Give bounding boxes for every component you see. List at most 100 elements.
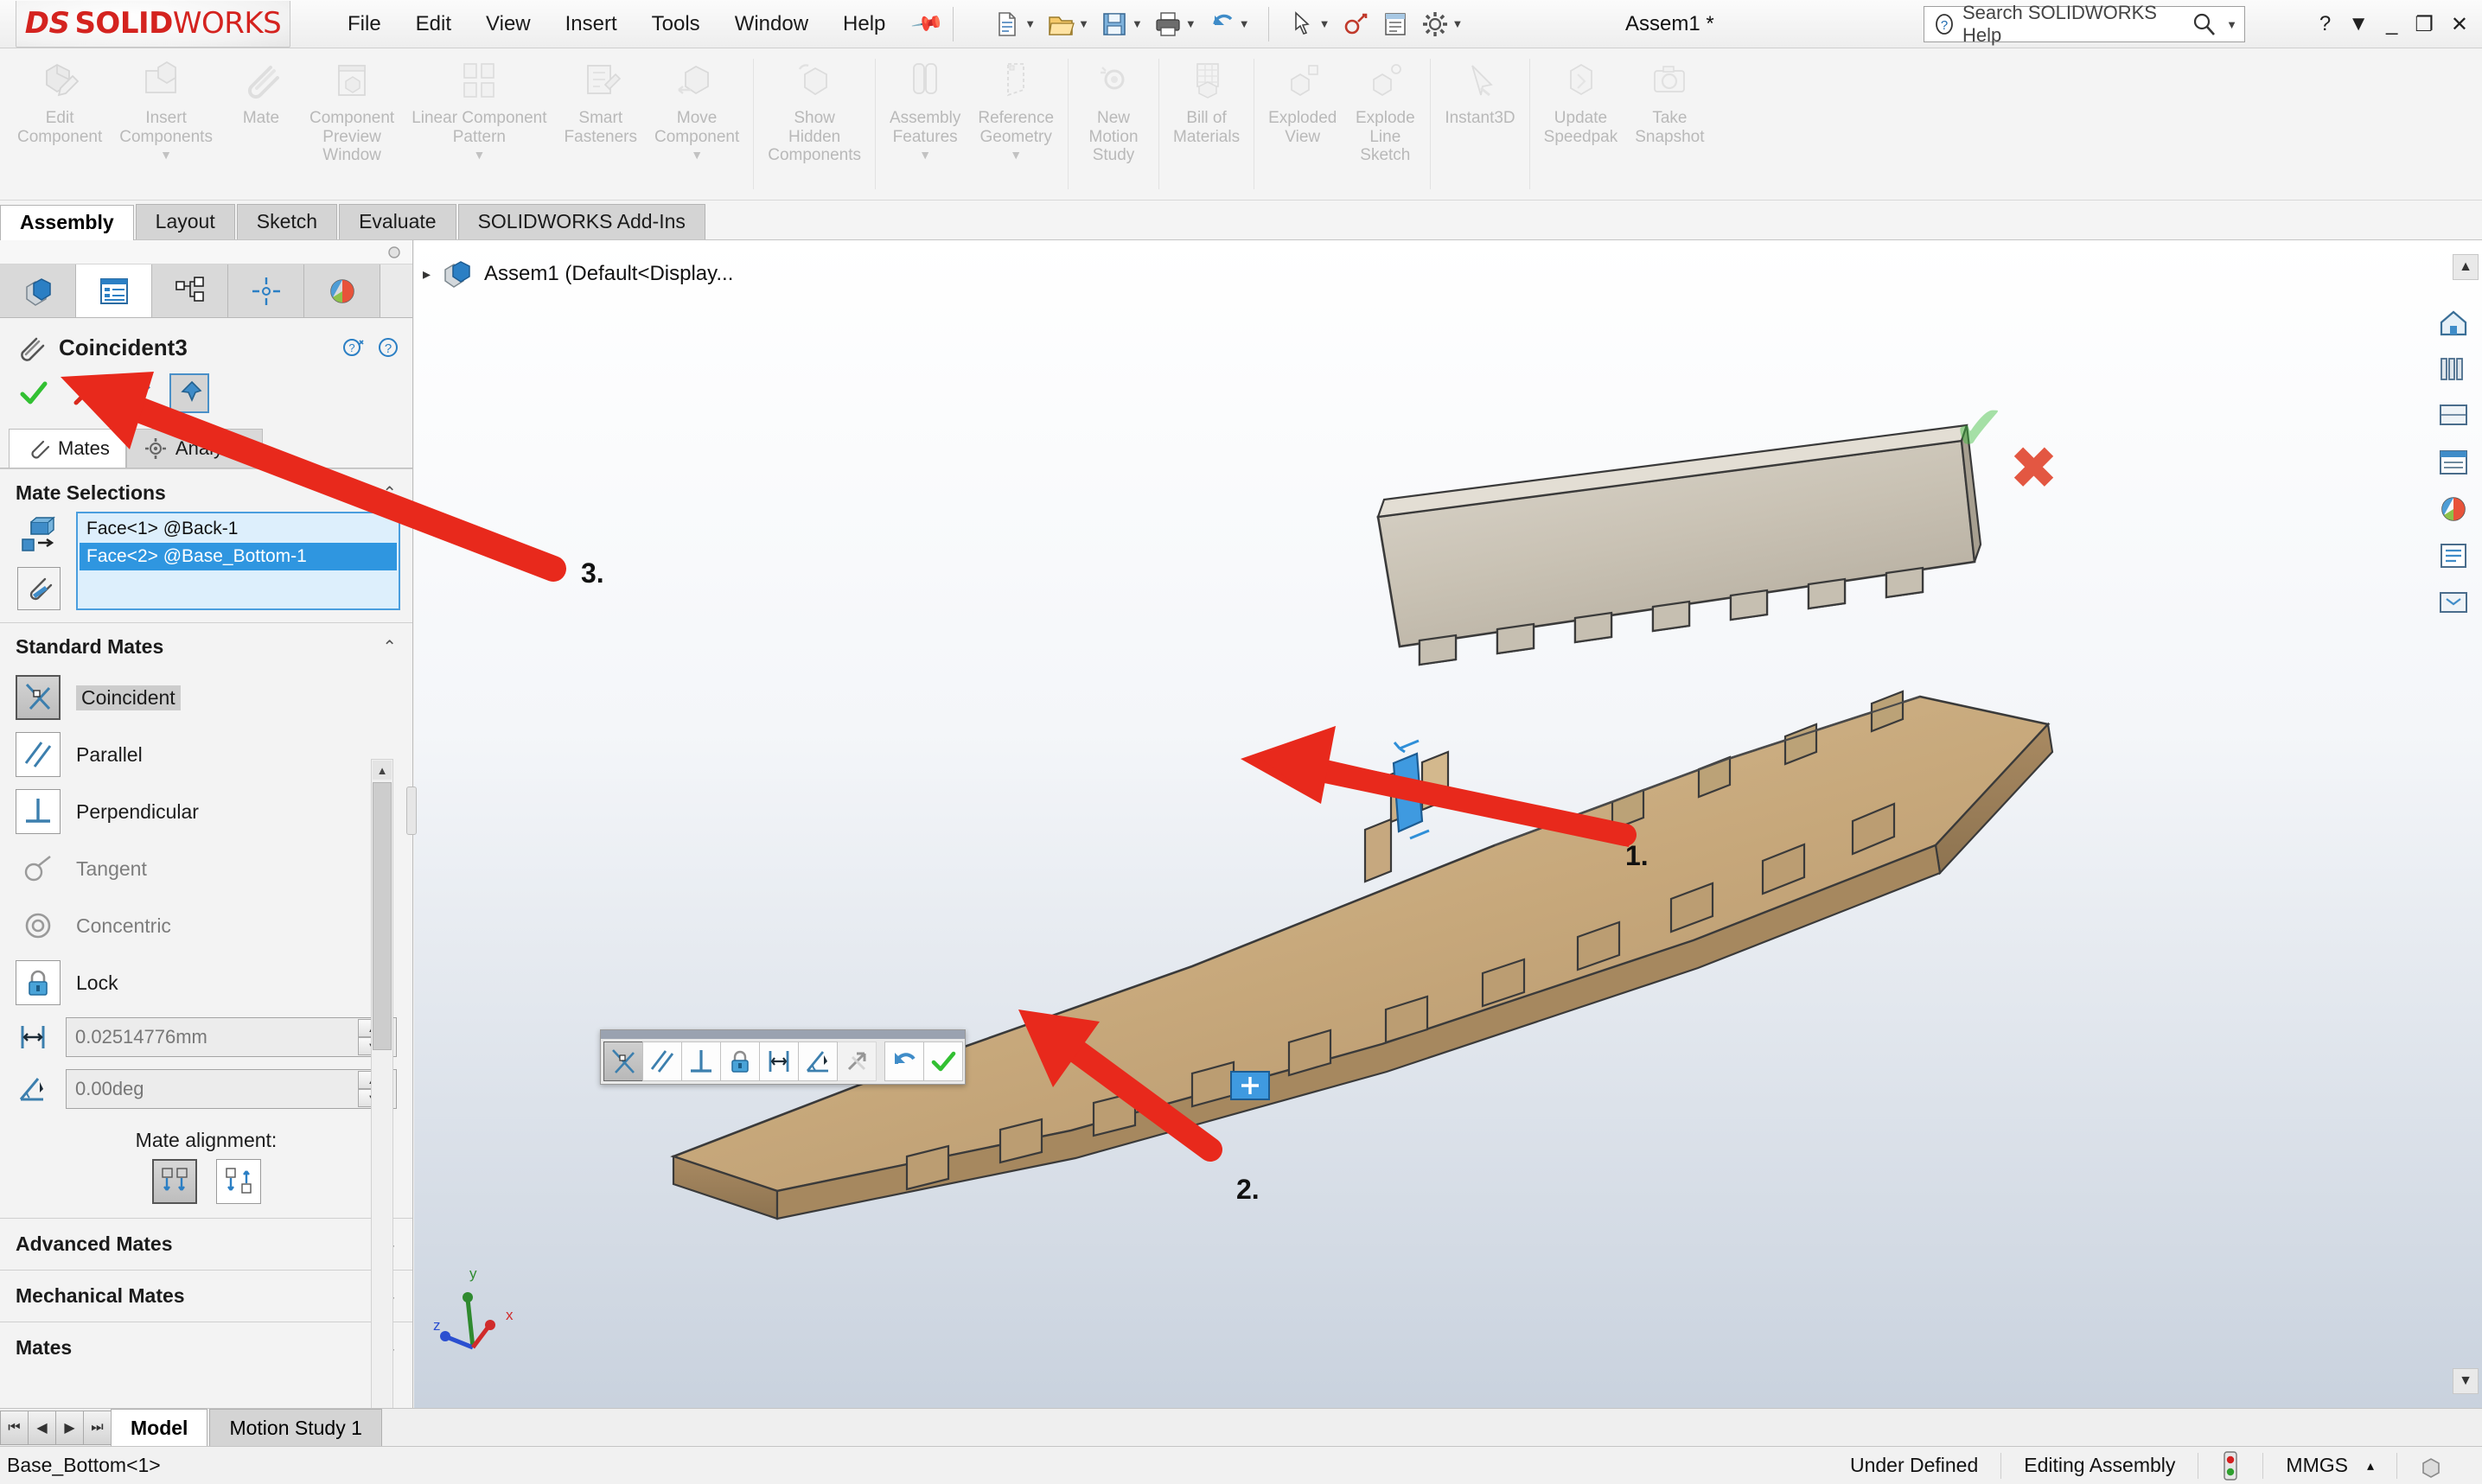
last-icon[interactable]: ⏭ xyxy=(83,1410,112,1445)
mate-option-lock[interactable]: Lock xyxy=(0,954,412,1011)
ribbon-bill-of-materials[interactable]: Bill of Materials xyxy=(1164,48,1248,146)
ribbon-reference-geometry[interactable]: Reference Geometry ▼ xyxy=(969,48,1062,162)
previous-view-icon[interactable] xyxy=(1228,240,1272,244)
ok-popup-icon[interactable] xyxy=(923,1041,963,1081)
angle-popup-icon[interactable] xyxy=(798,1041,838,1081)
list-item[interactable]: Face<2> @Base_Bottom-1 xyxy=(80,543,397,570)
model-geometry[interactable] xyxy=(414,240,2482,1408)
help-annotated-icon[interactable]: ? xyxy=(341,335,366,360)
ribbon-move-component[interactable]: Move Component ▼ xyxy=(646,48,748,162)
overlay-icon[interactable] xyxy=(2396,1452,2468,1479)
scroll-up-icon[interactable]: ▲ xyxy=(373,761,392,780)
graphics-viewport[interactable]: ▸ Assem1 (Default<Display... ▼ ▼ ▼ ▼ ◀| … xyxy=(414,240,2482,1408)
viewport-confirm-ok-icon[interactable]: ✔ xyxy=(1953,392,2005,464)
view-palette-ic on[interactable] xyxy=(2432,394,2475,437)
ribbon-assembly-features[interactable]: Assembly Features ▼ xyxy=(881,48,969,162)
menu-insert[interactable]: Insert xyxy=(548,7,635,41)
ribbon-instant3d[interactable]: Instant3D xyxy=(1436,48,1523,128)
mates-section[interactable]: Mates ⌄ xyxy=(0,1322,412,1373)
panel-scrollbar[interactable]: ▲ ▼ xyxy=(371,759,393,1408)
menu-edit[interactable]: Edit xyxy=(399,7,469,41)
feature-manager-tree-icon[interactable] xyxy=(0,264,76,317)
rebuild-icon[interactable] xyxy=(1337,7,1375,41)
display-states-icon[interactable] xyxy=(2432,581,2475,624)
menu-tools[interactable]: Tools xyxy=(635,7,718,41)
cancel-x-icon[interactable] xyxy=(66,373,105,413)
search-input[interactable]: Search SOLIDWORKS Help xyxy=(1962,2,2190,47)
previous-icon[interactable]: ◀ xyxy=(28,1410,56,1445)
chevron-down-icon[interactable]: ▼ xyxy=(1024,17,1036,30)
status-units[interactable]: MMGS ▴ xyxy=(2262,1452,2396,1479)
parallel-popup-icon[interactable] xyxy=(642,1041,682,1081)
chevron-down-icon[interactable]: ▼ xyxy=(1010,148,1022,162)
custom-properties-icon[interactable] xyxy=(2432,534,2475,577)
mechanical-mates-section[interactable]: Mechanical Mates ⌄ xyxy=(0,1270,412,1322)
file-properties-icon[interactable] xyxy=(1376,7,1414,41)
mate-option-coincident[interactable]: Coincident xyxy=(0,669,412,726)
chevron-up-icon[interactable]: ⌃ xyxy=(382,636,397,658)
hide-show-items-icon[interactable]: ▼ xyxy=(1436,240,1493,244)
distance-mate-row[interactable]: 0.02514776mm ▲▼ xyxy=(0,1011,412,1063)
tab-assembly[interactable]: Assembly xyxy=(0,205,134,240)
angle-mate-row[interactable]: 0.00deg ▲▼ xyxy=(0,1063,412,1115)
subtab-analysis[interactable]: Analysis xyxy=(125,429,263,468)
multiple-mate-mode-icon[interactable] xyxy=(17,567,61,610)
display-manager-icon[interactable] xyxy=(304,264,380,317)
viewport-scroll-down-icon[interactable]: ▼ xyxy=(2453,1368,2479,1394)
standard-mates-header[interactable]: Standard Mates ⌃ xyxy=(0,622,412,666)
mate-selections-listbox[interactable]: Face<1> @Back-1 Face<2> @Base_Bottom-1 xyxy=(76,512,400,610)
accept-checkmark-icon[interactable] xyxy=(14,373,54,413)
first-icon[interactable]: ⏮ xyxy=(0,1410,29,1445)
appearances-icon[interactable] xyxy=(2432,441,2475,484)
chevron-down-icon[interactable]: ▼ xyxy=(1452,17,1464,30)
angle-input[interactable]: 0.00deg ▲▼ xyxy=(66,1069,397,1109)
tab-evaluate[interactable]: Evaluate xyxy=(339,204,456,239)
print-icon[interactable]: ▼ xyxy=(1149,7,1201,41)
expand-arrow-icon[interactable]: ▸ xyxy=(423,265,431,283)
ribbon-insert-components[interactable]: Insert Components ▼ xyxy=(111,48,221,162)
lock-popup-icon[interactable] xyxy=(720,1041,760,1081)
chevron-down-icon[interactable]: ▼ xyxy=(919,148,931,162)
keep-visible-pin-icon[interactable] xyxy=(169,373,209,413)
panel-resize-handle[interactable] xyxy=(406,787,417,835)
minimize-button[interactable]: _ xyxy=(2386,12,2397,36)
ribbon-update-speedpak[interactable]: Update Speedpak xyxy=(1535,48,1627,146)
tab-model[interactable]: Model xyxy=(111,1409,208,1446)
scenes-icon[interactable] xyxy=(2432,487,2475,531)
view-orientation-icon[interactable]: ▼ xyxy=(1318,240,1375,244)
help-button[interactable]: ? xyxy=(2319,12,2331,36)
chevron-down-icon[interactable]: ▼ xyxy=(1239,17,1250,30)
chevron-down-icon[interactable]: ▼ xyxy=(1078,17,1089,30)
new-document-icon[interactable]: ▼ xyxy=(988,7,1040,41)
list-item[interactable]: Face<1> @Back-1 xyxy=(80,515,397,543)
parts-library-icon[interactable] xyxy=(2432,347,2475,391)
chevron-down-icon[interactable]: ▼ xyxy=(1185,17,1196,30)
edit-appearance-icon[interactable]: ▼ xyxy=(1511,240,1568,244)
ribbon-smart-fasteners[interactable]: Smart Fasteners xyxy=(556,48,646,146)
mate-option-perpendicular[interactable]: Perpendicular xyxy=(0,783,412,840)
tab-layout[interactable]: Layout xyxy=(135,204,235,239)
search-box[interactable]: ? Search SOLIDWORKS Help ▼ xyxy=(1924,2,2245,46)
ribbon-explode-line-sketch[interactable]: Explode Line Sketch xyxy=(1345,48,1425,165)
chevron-up-icon[interactable]: ▴ xyxy=(2367,1457,2374,1474)
ribbon-edit-component[interactable]: Edit Component xyxy=(9,48,111,146)
dimxpert-manager-icon[interactable] xyxy=(228,264,304,317)
feature-tree-root[interactable]: ▸ Assem1 (Default<Display... xyxy=(423,258,733,290)
perpendicular-popup-icon[interactable] xyxy=(681,1041,721,1081)
distance-popup-icon[interactable] xyxy=(759,1041,799,1081)
property-manager-icon[interactable] xyxy=(76,264,152,317)
anti-aligned-icon[interactable] xyxy=(215,1159,261,1204)
zoom-to-fit-icon[interactable] xyxy=(1139,240,1182,244)
ribbon-show-hidden-components[interactable]: Show Hidden Components xyxy=(759,48,870,165)
zoom-to-area-icon[interactable] xyxy=(1184,240,1227,244)
ribbon-linear-component-pattern[interactable]: Linear Component Pattern ▼ xyxy=(403,48,555,162)
chevron-down-icon[interactable]: ▼ xyxy=(1132,17,1143,30)
selected-face-highlight-2[interactable] xyxy=(1230,1071,1270,1100)
help-icon[interactable]: ? xyxy=(376,335,400,360)
options-icon[interactable]: ▼ xyxy=(1416,7,1468,41)
menu-view[interactable]: View xyxy=(469,7,548,41)
scrollbar-thumb[interactable] xyxy=(373,782,392,1050)
home-icon[interactable] xyxy=(2432,301,2475,344)
tab-solidworks-add-ins[interactable]: SOLIDWORKS Add-Ins xyxy=(457,204,705,239)
chevron-down-icon[interactable]: ▼ xyxy=(473,148,485,162)
